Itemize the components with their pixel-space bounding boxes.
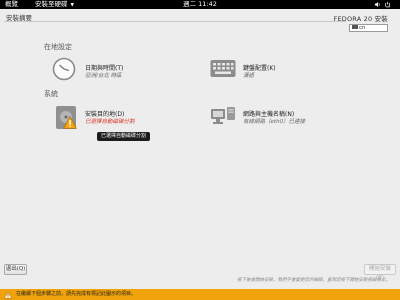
section-title-localization: 在地設定 (44, 43, 72, 51)
warning-icon (63, 116, 77, 129)
keyboard-layout-indicator[interactable]: cn (349, 23, 388, 32)
quit-button[interactable]: 退出(Q) (4, 264, 27, 275)
spoke-destination-status: 已選擇自動磁碟分割 (85, 119, 135, 125)
spoke-keyboard[interactable]: 鍵盤配置(K) 漢語 (210, 59, 340, 83)
destination-tooltip: 已選擇自動磁碟分割 (97, 131, 151, 141)
begin-installation-button[interactable]: 開始安裝(B) (364, 264, 396, 281)
volume-icon[interactable] (374, 1, 381, 8)
top-bar: 概覽 安裝至硬碟 ▼ 週二 11:42 (0, 0, 400, 9)
spoke-network[interactable]: 網路與主機名稱(N) 有線網路（eth0）已連接 (210, 106, 350, 130)
spoke-network-status: 有線網路（eth0）已連接 (243, 119, 306, 125)
header-divider (4, 20, 346, 22)
network-icon (211, 107, 235, 124)
spoke-installation-destination[interactable]: 安裝目的地(D) 已選擇自動磁碟分割 (55, 105, 185, 131)
keyboard-icon (210, 60, 236, 77)
spoke-datetime[interactable]: 日期與時間(T) 亞洲/台北 時區 (52, 57, 182, 83)
spoke-keyboard-status: 漢語 (243, 73, 255, 79)
clock-icon (52, 57, 76, 81)
power-icon[interactable] (384, 1, 391, 8)
spoke-datetime-status: 亞洲/台北 時區 (85, 73, 122, 79)
keyboard-layout-label: cn (359, 24, 366, 31)
clock[interactable]: 週二 11:42 (0, 0, 400, 9)
section-title-system: 系統 (44, 90, 58, 98)
warning-icon (4, 290, 12, 299)
begin-installation-hint: 按下後會開始安裝，我們不會變更您的磁碟，直到您按下開始安裝按鈕為止。 (237, 278, 390, 283)
keyboard-icon (352, 24, 358, 29)
warning-bar: 在繼續下個步驟之前，請先完成有標記此圖示的項目。 (0, 289, 400, 300)
warning-text: 在繼續下個步驟之前，請先完成有標記此圖示的項目。 (16, 291, 137, 297)
